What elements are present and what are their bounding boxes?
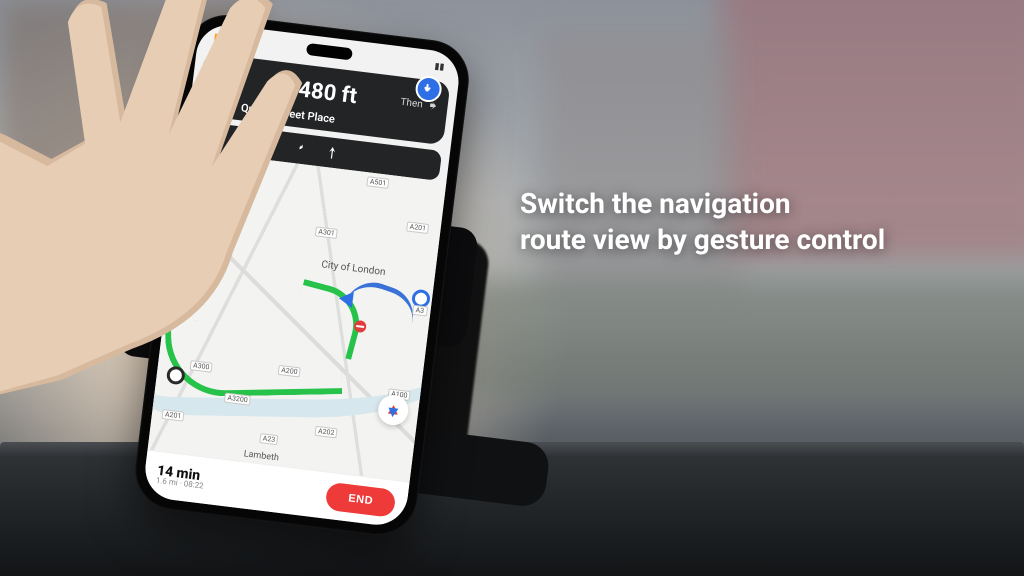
turn-left-icon [209, 63, 241, 98]
turn-left-icon [259, 68, 293, 105]
lane-left-then-straight-icon [294, 139, 310, 159]
end-navigation-button[interactable]: END [325, 482, 397, 518]
battery-icon: ▮▮ [434, 62, 445, 73]
phone-device: 📶 📶 ▮▮ [131, 11, 474, 540]
turn-distance: 480 ft [297, 77, 358, 109]
road-label: A3 [412, 305, 428, 317]
signal-icons: 📶 📶 [213, 35, 239, 48]
promo-caption: Switch the navigation route view by gest… [520, 186, 885, 259]
lane-straight-icon [324, 143, 340, 163]
road-badge: A300 [207, 98, 235, 112]
road-label: A23 [259, 433, 279, 445]
caption-line: Switch the navigation [520, 186, 885, 222]
caption-line: route view by gesture control [520, 222, 885, 258]
eta-block[interactable]: 14 min 1.6 mi · 08:22 [155, 464, 205, 492]
phone-screen[interactable]: 📶 📶 ▮▮ [142, 22, 462, 529]
map-canvas[interactable]: City of London A501 A201 A301 A3 A300 A2… [148, 150, 447, 482]
promo-frame: 📶 📶 ▮▮ [0, 0, 1024, 576]
turn-right-icon [425, 97, 439, 113]
then-label: Then [400, 96, 423, 110]
